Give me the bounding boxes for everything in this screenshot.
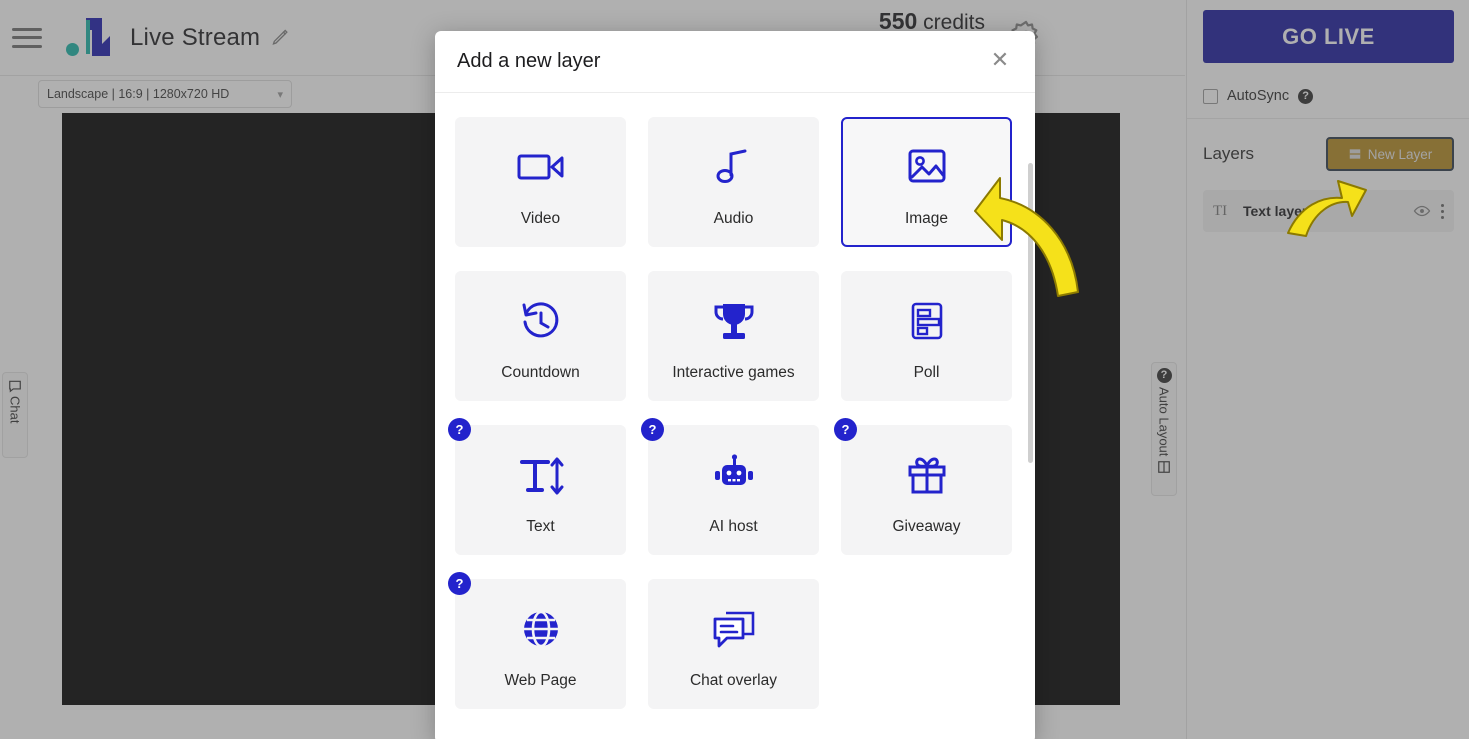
- modal-scrollbar[interactable]: [1028, 163, 1033, 463]
- layer-tile-label: Interactive games: [672, 364, 795, 381]
- layer-tile-web-page[interactable]: ? Web Page: [448, 572, 626, 709]
- layer-tile-audio[interactable]: Audio: [648, 117, 819, 247]
- layer-tile-label: AI host: [709, 518, 758, 535]
- help-badge-icon[interactable]: ?: [448, 572, 471, 595]
- globe-icon: [518, 598, 564, 660]
- text-size-icon: [516, 444, 566, 506]
- layer-tile-interactive-games[interactable]: Interactive games: [648, 271, 819, 401]
- image-picture-icon: [904, 136, 950, 198]
- layer-tile-video[interactable]: Video: [455, 117, 626, 247]
- layer-tile-label: Web Page: [504, 672, 577, 689]
- add-layer-modal: Add a new layer ✕ Video Audio Image Coun…: [435, 31, 1035, 739]
- close-x-icon[interactable]: ✕: [987, 48, 1013, 75]
- layer-tile-label: Video: [520, 210, 561, 227]
- layer-tile-image[interactable]: Image: [841, 117, 1012, 247]
- video-camera-icon: [515, 136, 567, 198]
- robot-icon: [708, 444, 760, 506]
- layer-tile-countdown[interactable]: Countdown: [455, 271, 626, 401]
- layer-tile-label: Image: [904, 210, 949, 227]
- app-root: Live Stream 550 credits Upgrade Landscap…: [0, 0, 1469, 739]
- layer-tile-giveaway[interactable]: ? Giveaway: [834, 418, 1012, 555]
- layer-tile-label: Text: [526, 518, 555, 535]
- gift-icon: [903, 444, 951, 506]
- help-badge-icon[interactable]: ?: [834, 418, 857, 441]
- help-badge-icon[interactable]: ?: [448, 418, 471, 441]
- help-badge-icon[interactable]: ?: [641, 418, 664, 441]
- layer-tile-label: Poll: [913, 364, 940, 381]
- music-note-icon: [711, 136, 757, 198]
- layer-tile-label: Chat overlay: [689, 672, 777, 689]
- layer-tile-text[interactable]: ? Text: [448, 418, 626, 555]
- trophy-icon: [709, 290, 759, 352]
- layer-tile-label: Countdown: [501, 364, 580, 381]
- layer-tile-label: Audio: [713, 210, 754, 227]
- modal-header: Add a new layer ✕: [435, 31, 1035, 93]
- clock-rewind-icon: [517, 290, 565, 352]
- layer-tile-chat-overlay[interactable]: Chat overlay: [648, 579, 819, 709]
- modal-title: Add a new layer: [457, 50, 601, 72]
- chat-overlay-icon: [709, 598, 759, 660]
- modal-body: Video Audio Image Countdown Interactive …: [435, 93, 1035, 739]
- layer-tile-ai-host[interactable]: ? AI host: [641, 418, 819, 555]
- layer-tile-label: Giveaway: [892, 518, 961, 535]
- poll-bars-icon: [904, 290, 950, 352]
- layer-tile-poll[interactable]: Poll: [841, 271, 1012, 401]
- layer-type-grid: Video Audio Image Countdown Interactive …: [448, 117, 1015, 709]
